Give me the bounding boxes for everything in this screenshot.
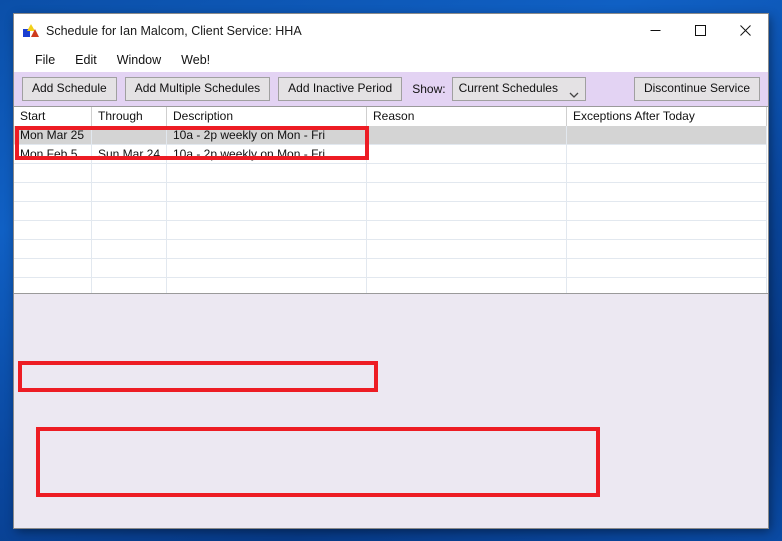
discontinue-service-button[interactable]: Discontinue Service: [633, 77, 760, 101]
schedule-detail-form: Starting: 3/25/2024 Through: Status: Act…: [14, 294, 768, 528]
menu-item-web[interactable]: Web!: [172, 50, 219, 70]
menu-item-edit[interactable]: Edit: [66, 50, 106, 70]
table-cell-description: 10a - 2p weekly on Mon - Fri: [167, 126, 367, 145]
table-cell-empty: [92, 164, 167, 183]
table-cell-empty: [92, 240, 167, 259]
table-cell-empty: [367, 183, 567, 202]
window-title: Schedule for Ian Malcom, Client Service:…: [46, 23, 302, 38]
table-cell-empty: [14, 278, 92, 293]
menu-item-window[interactable]: Window: [108, 50, 170, 70]
table-cell-empty: [167, 202, 367, 221]
show-label: Show:: [412, 82, 446, 96]
add-inactive-period-button[interactable]: Add Inactive Period: [278, 77, 403, 101]
table-cell-empty: [167, 164, 367, 183]
table-cell-empty: [167, 221, 367, 240]
show-select[interactable]: Current Schedules: [451, 77, 586, 101]
table-cell-through: Sun Mar 24: [92, 145, 167, 164]
maximize-icon[interactable]: [678, 14, 723, 47]
minimize-icon[interactable]: [633, 14, 678, 47]
table-cell-empty: [367, 259, 567, 278]
table-cell-empty: [367, 240, 567, 259]
table-cell-start: Mon Mar 25: [14, 126, 92, 145]
table-cell-empty: [14, 221, 92, 240]
table-cell-start: Mon Feb 5: [14, 145, 92, 164]
table-cell-empty: [92, 183, 167, 202]
table-row-empty[interactable]: [14, 221, 768, 240]
table-cell-empty: [92, 278, 167, 293]
table-cell-empty: [567, 278, 767, 293]
table-cell-empty: [167, 278, 367, 293]
schedule-window: Schedule for Ian Malcom, Client Service:…: [14, 14, 768, 528]
table-cell-exceptions: [567, 145, 767, 164]
table-row-empty[interactable]: [14, 278, 768, 293]
table-cell-empty: [567, 183, 767, 202]
table-cell-empty: [92, 202, 167, 221]
title-bar: Schedule for Ian Malcom, Client Service:…: [14, 14, 768, 47]
table-cell-empty: [567, 202, 767, 221]
table-cell-empty: [367, 202, 567, 221]
table-cell-empty: [167, 259, 367, 278]
table-cell-empty: [14, 164, 92, 183]
grid-body: Mon Mar 25 10a - 2p weekly on Mon - Fri Mo…: [14, 126, 768, 293]
table-cell-empty: [567, 221, 767, 240]
schedules-grid[interactable]: Start Through Description Reason Excepti…: [14, 106, 768, 294]
chevron-down-icon: [569, 85, 579, 105]
table-row-empty[interactable]: [14, 183, 768, 202]
table-cell-reason: [367, 145, 567, 164]
table-cell-empty: [567, 259, 767, 278]
close-icon[interactable]: [723, 14, 768, 47]
grid-column-through[interactable]: Through: [92, 107, 167, 126]
table-row-empty[interactable]: [14, 240, 768, 259]
toolbar: Add Schedule Add Multiple Schedules Add …: [14, 72, 768, 106]
grid-column-exceptions[interactable]: Exceptions After Today: [567, 107, 767, 126]
table-cell-empty: [14, 183, 92, 202]
table-cell-empty: [367, 164, 567, 183]
table-cell-empty: [367, 278, 567, 293]
table-row[interactable]: Mon Feb 5 Sun Mar 24 10a - 2p weekly on Mo…: [14, 145, 768, 164]
table-cell-empty: [367, 221, 567, 240]
show-select-value: Current Schedules: [458, 81, 558, 95]
menu-item-file[interactable]: File: [26, 50, 64, 70]
add-multiple-schedules-button[interactable]: Add Multiple Schedules: [124, 77, 271, 101]
table-cell-empty: [567, 240, 767, 259]
table-cell-through: [92, 126, 167, 145]
grid-column-start[interactable]: Start: [14, 107, 92, 126]
table-cell-description: 10a - 2p weekly on Mon - Fri: [167, 145, 367, 164]
table-cell-empty: [14, 240, 92, 259]
table-cell-reason: [367, 126, 567, 145]
table-cell-empty: [92, 259, 167, 278]
people-icon: [23, 23, 39, 39]
table-row-empty[interactable]: [14, 164, 768, 183]
table-cell-empty: [567, 164, 767, 183]
table-cell-empty: [167, 240, 367, 259]
table-cell-empty: [92, 221, 167, 240]
table-cell-empty: [14, 202, 92, 221]
window-controls: [633, 14, 768, 47]
table-row-empty[interactable]: [14, 259, 768, 278]
table-row-empty[interactable]: [14, 202, 768, 221]
table-row[interactable]: Mon Mar 25 10a - 2p weekly on Mon - Fri: [14, 126, 768, 145]
table-cell-exceptions: [567, 126, 767, 145]
grid-column-description[interactable]: Description: [167, 107, 367, 126]
grid-header-row: Start Through Description Reason Excepti…: [14, 107, 768, 126]
grid-column-reason[interactable]: Reason: [367, 107, 567, 126]
menu-bar: File Edit Window Web!: [14, 47, 768, 72]
table-cell-empty: [167, 183, 367, 202]
table-cell-empty: [14, 259, 92, 278]
add-schedule-button[interactable]: Add Schedule: [22, 77, 117, 101]
